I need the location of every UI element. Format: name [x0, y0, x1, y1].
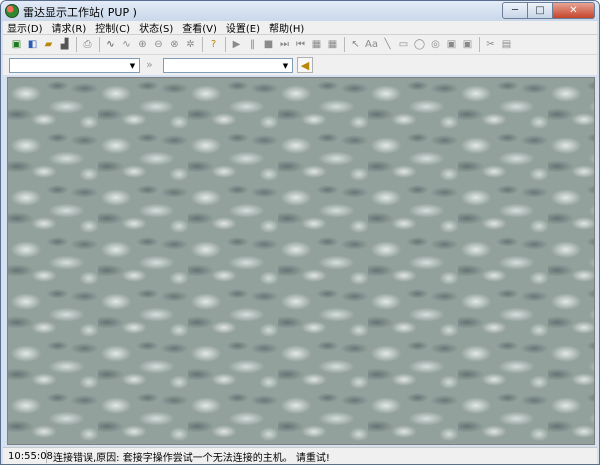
grid-icon[interactable]: ▦ [309, 37, 324, 52]
open-icon[interactable]: ▣ [9, 37, 24, 52]
stop-icon[interactable]: ■ [261, 37, 276, 52]
status-bar: 10:55:08 连接错误,原因: 套接字操作尝试一个无法连接的主机。 请重试! [3, 447, 597, 464]
product-select-left[interactable]: ▼ [9, 58, 140, 73]
toolbar-separator [99, 37, 100, 52]
selector-row: ▼ » ▼ ◀ [3, 54, 597, 75]
toolbar-separator [344, 37, 345, 52]
pointer-icon[interactable]: ↖ [348, 37, 363, 52]
toolbar-separator [479, 37, 480, 52]
step-back-icon[interactable]: ⏮ [293, 37, 308, 52]
status-message: 连接错误,原因: 套接字操作尝试一个无法连接的主机。 请重试! [53, 452, 330, 464]
cut-icon[interactable]: ✂ [483, 37, 498, 52]
chevron-down-icon[interactable]: ▼ [127, 60, 138, 71]
app-icon[interactable] [5, 4, 19, 18]
grid-alt-icon[interactable]: ▦ [325, 37, 340, 52]
box-icon[interactable]: ▣ [444, 37, 459, 52]
box-alt-icon[interactable]: ▣ [460, 37, 475, 52]
rectangle-icon[interactable]: ▭ [396, 37, 411, 52]
radar-display-canvas[interactable] [7, 77, 595, 445]
menu-status[interactable]: 状态(S) [139, 20, 173, 35]
text-icon[interactable]: Aa [364, 37, 379, 52]
title-bar[interactable]: 雷达显示工作站( PUP ) ─ □ ✕ [1, 1, 599, 21]
line-icon[interactable]: ╲ [380, 37, 395, 52]
zoom-tool-icon[interactable]: ⊗ [167, 37, 182, 52]
menu-display[interactable]: 显示(D) [7, 20, 43, 35]
menu-view[interactable]: 查看(V) [182, 20, 217, 35]
toolbar-separator [202, 37, 203, 52]
maximize-button[interactable]: □ [528, 2, 553, 19]
chevron-down-icon[interactable]: ▼ [280, 60, 291, 71]
print-icon[interactable]: ⎙ [80, 37, 95, 52]
toolbar-separator [76, 37, 77, 52]
menu-request[interactable]: 请求(R) [52, 20, 87, 35]
chart-icon[interactable]: ▟ [57, 37, 72, 52]
product-select-right[interactable]: ▼ [163, 58, 293, 73]
waveform-icon[interactable]: ∿ [103, 37, 118, 52]
zoom-out-icon[interactable]: ⊖ [151, 37, 166, 52]
close-button[interactable]: ✕ [553, 2, 595, 19]
folder-icon[interactable]: ▰ [41, 37, 56, 52]
save-icon[interactable]: ▤ [499, 37, 514, 52]
menu-control[interactable]: 控制(C) [95, 20, 130, 35]
ellipse-icon[interactable]: ◯ [412, 37, 427, 52]
step-forward-icon[interactable]: ⏭ [277, 37, 292, 52]
connect-icon[interactable]: ◧ [25, 37, 40, 52]
double-arrow-icon[interactable]: » [146, 58, 153, 71]
zoom-in-icon[interactable]: ⊕ [135, 37, 150, 52]
alarm-horn-icon[interactable]: ◀ [297, 57, 313, 73]
minimize-button[interactable]: ─ [502, 2, 528, 19]
help-icon[interactable]: ? [206, 37, 221, 52]
toolbar: ▣ ◧ ▰ ▟ ⎙ ∿ ∿ ⊕ ⊖ ⊗ ✲ ? ▶ ‖ ■ ⏭ ⏮ ▦ ▦ ↖ … [3, 34, 597, 54]
settings-icon[interactable]: ✲ [183, 37, 198, 52]
waveform-alt-icon[interactable]: ∿ [119, 37, 134, 52]
menu-bar: 显示(D) 请求(R) 控制(C) 状态(S) 查看(V) 设置(E) 帮助(H… [3, 20, 597, 35]
menu-help[interactable]: 帮助(H) [269, 20, 304, 35]
window-controls: ─ □ ✕ [502, 2, 595, 19]
menu-settings[interactable]: 设置(E) [226, 20, 260, 35]
toolbar-separator [225, 37, 226, 52]
pause-icon[interactable]: ‖ [245, 37, 260, 52]
app-window: 雷达显示工作站( PUP ) ─ □ ✕ 显示(D) 请求(R) 控制(C) 状… [0, 0, 600, 465]
window-title: 雷达显示工作站( PUP ) [23, 6, 137, 19]
play-icon[interactable]: ▶ [229, 37, 244, 52]
circle-icon[interactable]: ◎ [428, 37, 443, 52]
status-time: 10:55:08 [3, 449, 53, 463]
